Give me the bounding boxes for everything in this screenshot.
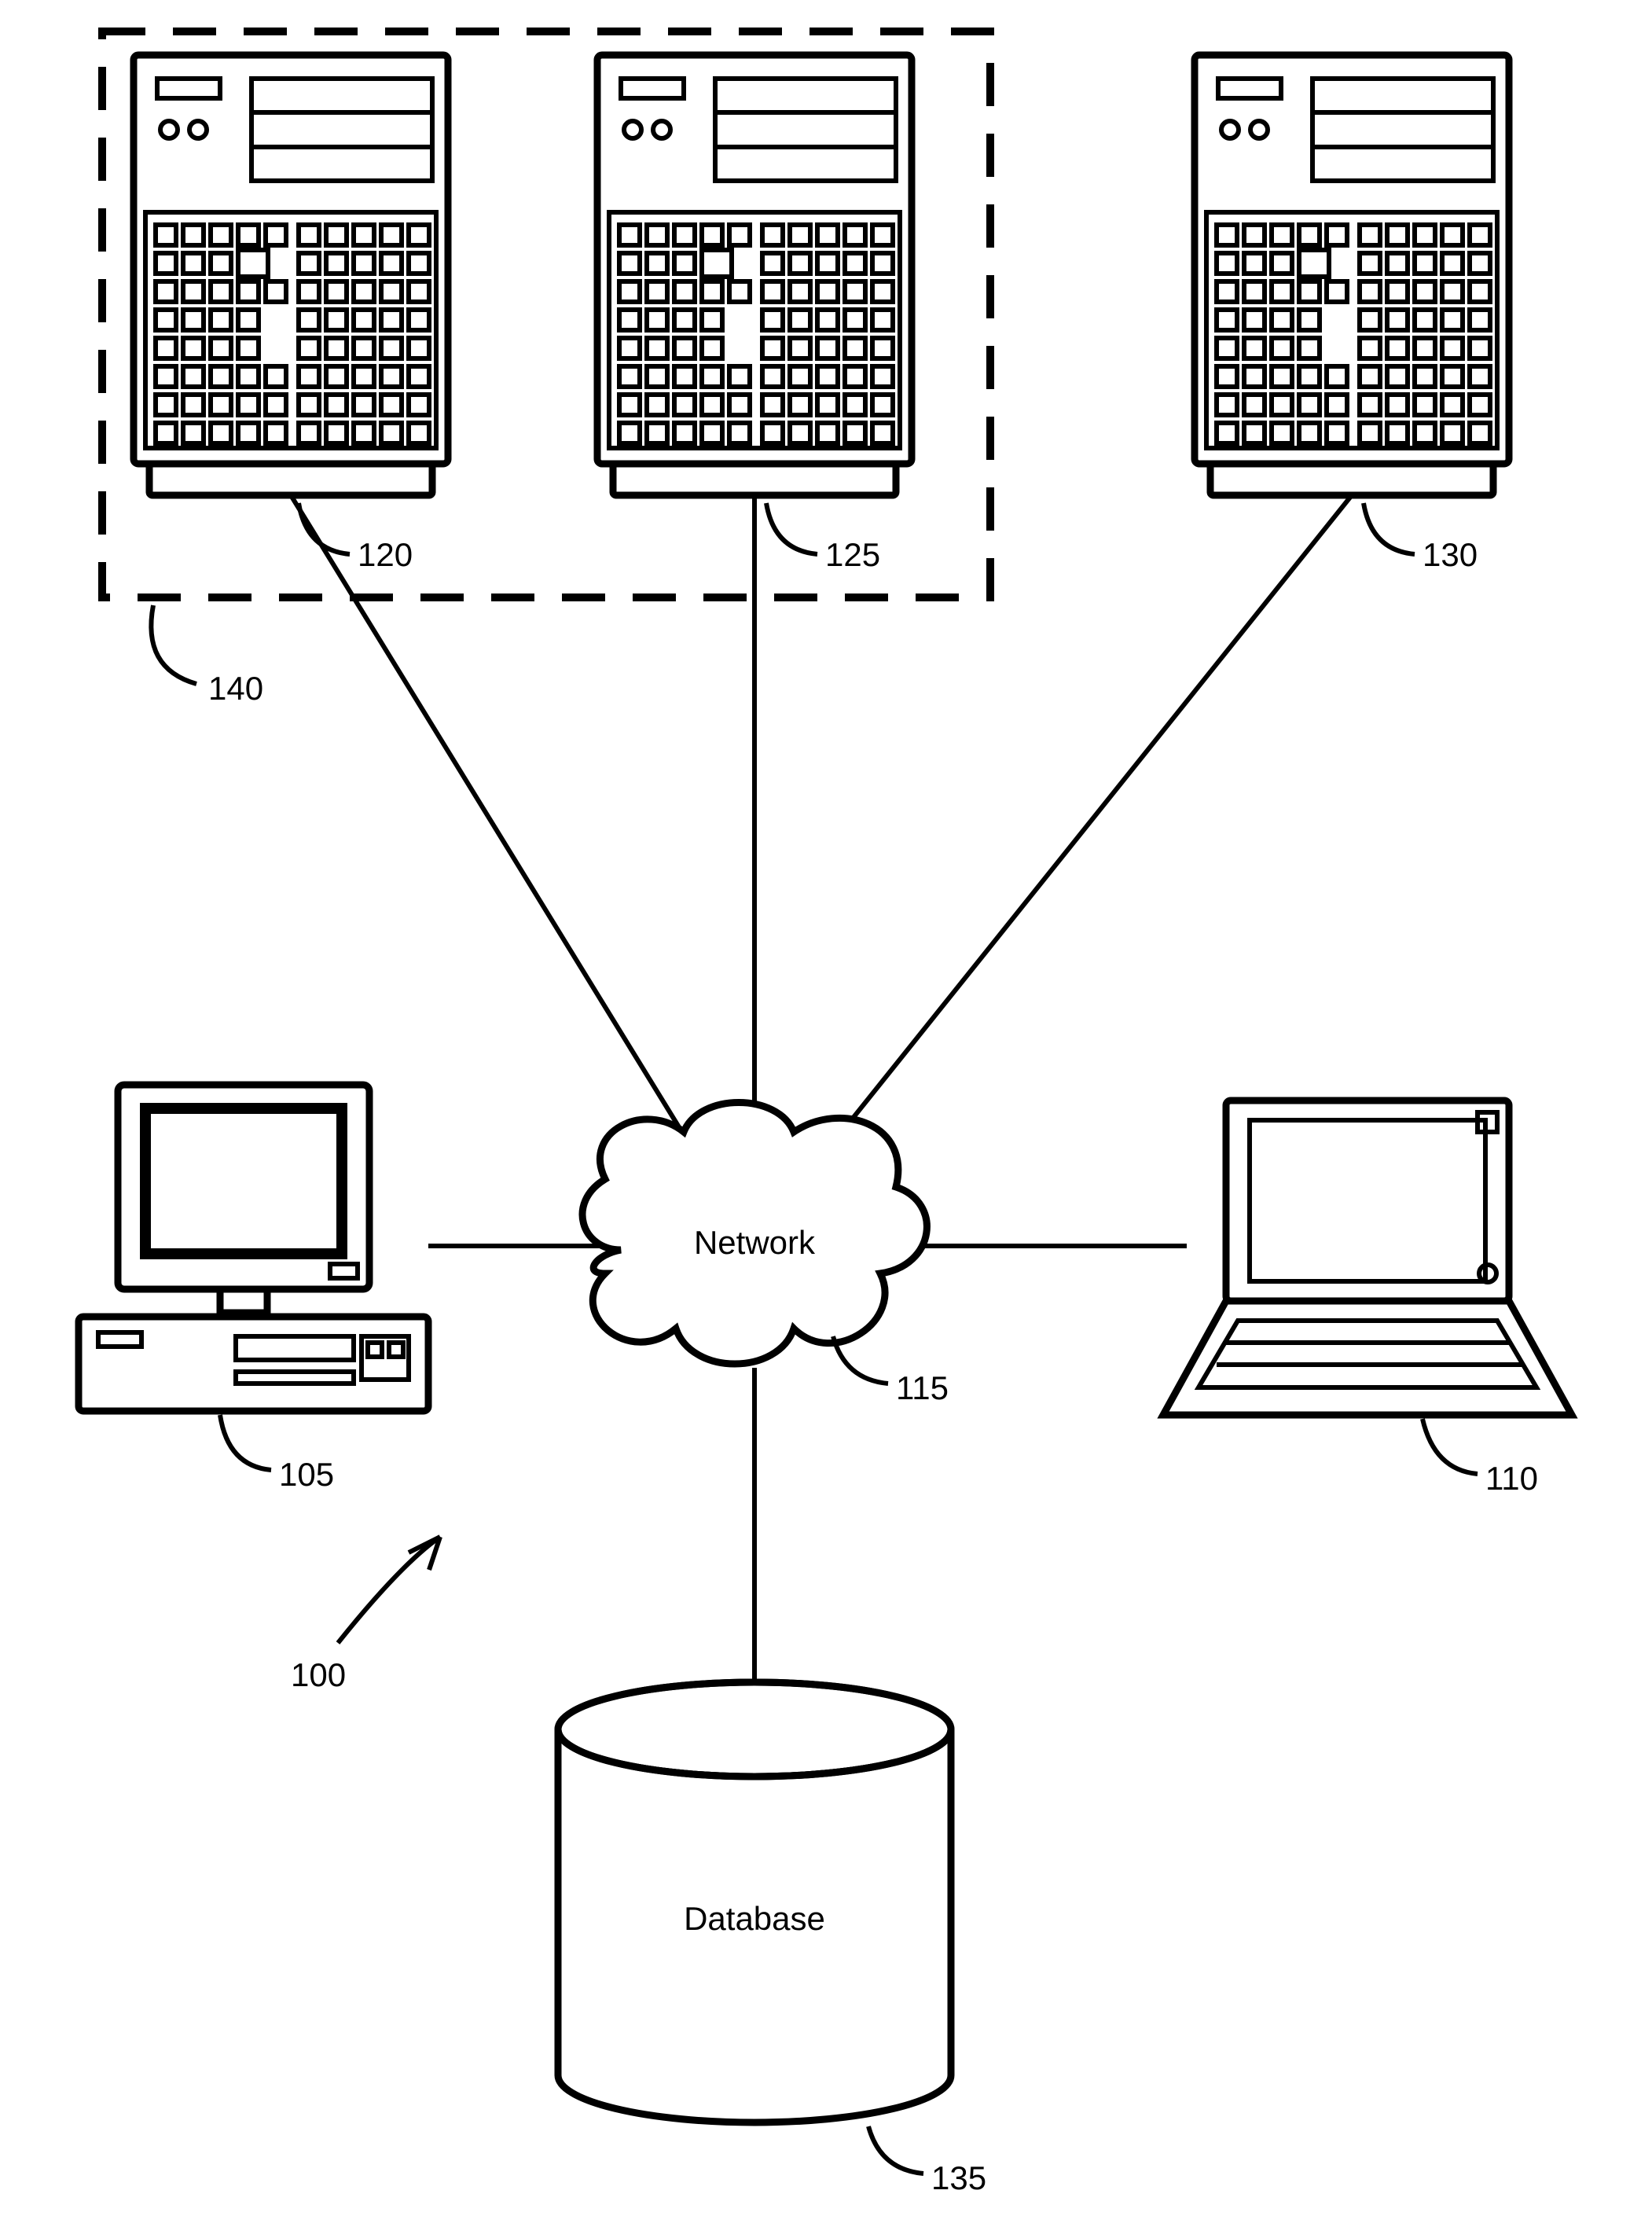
database-label: Database bbox=[684, 1900, 825, 1937]
network-label: Network bbox=[694, 1224, 816, 1261]
ref-100: 100 bbox=[291, 1656, 346, 1693]
database-icon: Database bbox=[558, 1682, 951, 2122]
server-c-icon bbox=[1195, 55, 1509, 495]
ref-120: 120 bbox=[358, 536, 413, 573]
ref-135: 135 bbox=[931, 2159, 986, 2196]
network-cloud-icon: Network bbox=[582, 1103, 927, 1365]
server-b-icon bbox=[597, 55, 912, 495]
ref-130: 130 bbox=[1423, 536, 1478, 573]
ref-125: 125 bbox=[825, 536, 880, 573]
ref-115: 115 bbox=[896, 1369, 949, 1406]
server-a-icon bbox=[134, 55, 448, 495]
laptop-icon bbox=[1163, 1101, 1572, 1415]
ref-140: 140 bbox=[208, 670, 263, 707]
connections bbox=[291, 495, 1352, 1706]
network-topology-diagram: Network Database bbox=[0, 0, 1652, 2238]
ref-105: 105 bbox=[279, 1456, 334, 1493]
desktop-pc-icon bbox=[79, 1085, 428, 1411]
ref-110: 110 bbox=[1485, 1460, 1538, 1497]
